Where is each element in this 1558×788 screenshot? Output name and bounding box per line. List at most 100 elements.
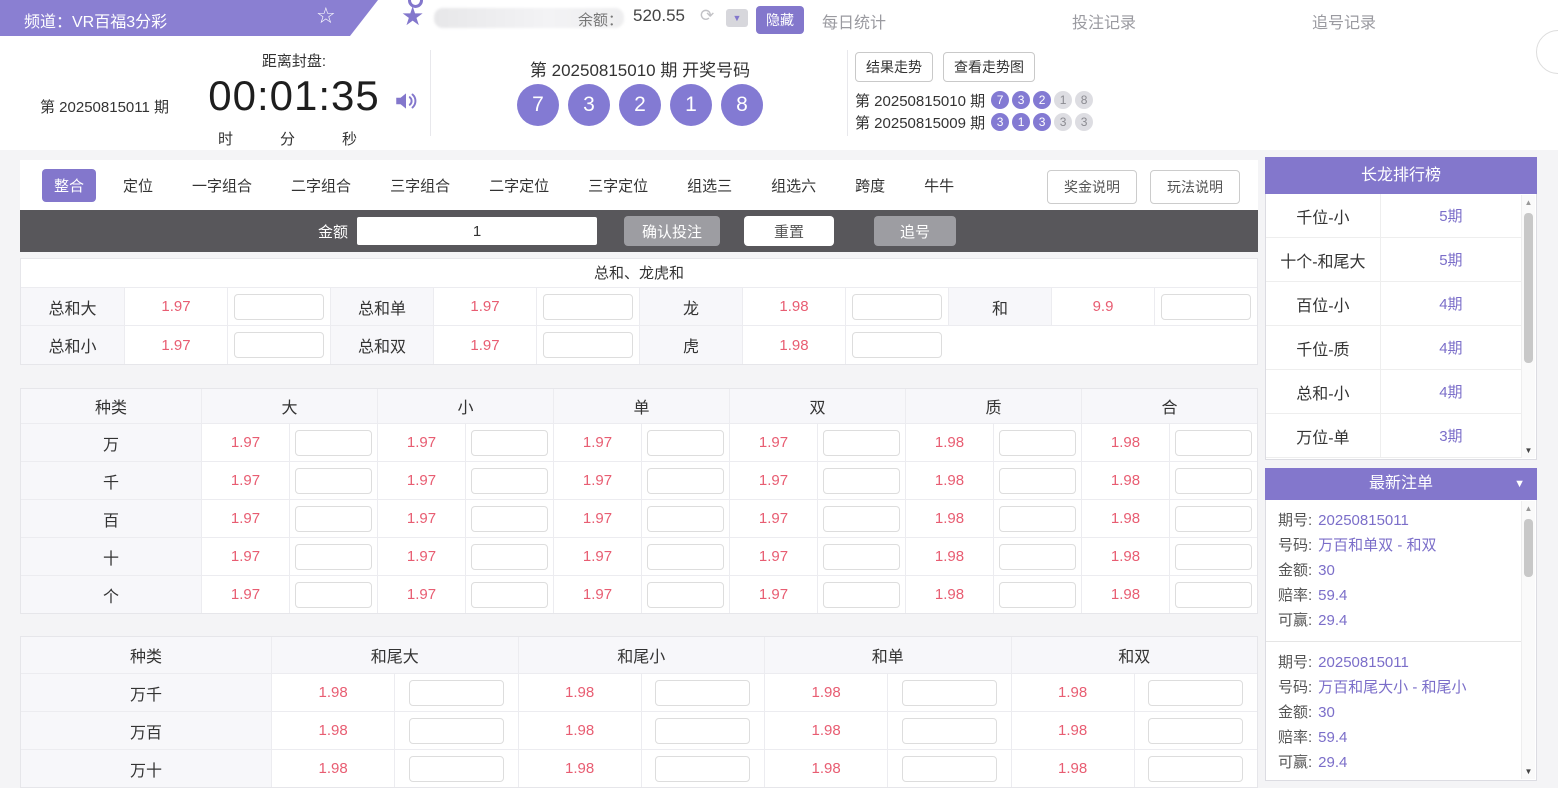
bet-input[interactable] — [647, 468, 724, 494]
speaker-icon[interactable] — [392, 88, 420, 119]
bet-input[interactable] — [1175, 506, 1252, 532]
bet-input[interactable] — [295, 506, 372, 532]
nav-chase-records[interactable]: 追号记录 — [1312, 9, 1376, 33]
tab-4[interactable]: 三字组合 — [378, 169, 462, 202]
amount-input[interactable] — [357, 217, 597, 245]
bet-input[interactable] — [409, 718, 504, 744]
column-header: 双 — [729, 389, 905, 423]
hide-balance-button[interactable]: 隐藏 — [756, 6, 804, 34]
favorite-star-icon[interactable]: ☆ — [316, 3, 336, 29]
bet-input[interactable] — [471, 582, 548, 608]
scrollbar-thumb[interactable] — [1524, 519, 1533, 577]
tab-0[interactable]: 整合 — [42, 169, 96, 202]
tab-10[interactable]: 牛牛 — [912, 169, 966, 202]
bet-input[interactable] — [1148, 756, 1243, 782]
odds-value: 1.97 — [201, 538, 289, 575]
draw-ball: 8 — [721, 84, 763, 126]
bet-input[interactable] — [902, 680, 997, 706]
bet-input[interactable] — [852, 332, 942, 358]
scroll-up-icon[interactable]: ▲ — [1522, 504, 1535, 513]
field-value: 59.4 — [1318, 583, 1347, 608]
bet-input[interactable] — [655, 718, 750, 744]
bet-input[interactable] — [999, 506, 1076, 532]
scroll-up-icon[interactable]: ▲ — [1522, 198, 1535, 207]
bet-input-cell — [641, 674, 764, 711]
bet-option-label: 总和小 — [21, 326, 124, 364]
scrollbar[interactable]: ▲ ▼ — [1521, 195, 1535, 458]
bet-input[interactable] — [823, 430, 900, 456]
table-row: 个1.971.971.971.971.981.98 — [21, 575, 1257, 613]
scroll-down-icon[interactable]: ▼ — [1522, 446, 1535, 455]
bet-input[interactable] — [823, 506, 900, 532]
bet-input[interactable] — [295, 468, 372, 494]
tab-2[interactable]: 一字组合 — [180, 169, 264, 202]
view-trend-chart-button[interactable]: 查看走势图 — [943, 52, 1035, 82]
bet-input[interactable] — [1175, 544, 1252, 570]
bet-input[interactable] — [852, 294, 942, 320]
tab-5[interactable]: 二字定位 — [477, 169, 561, 202]
scrollbar-thumb[interactable] — [1524, 213, 1533, 363]
tab-9[interactable]: 跨度 — [843, 169, 897, 202]
bet-input[interactable] — [409, 756, 504, 782]
field-label: 赔率: — [1278, 725, 1312, 750]
bet-input[interactable] — [1161, 294, 1251, 320]
tab-7[interactable]: 组选三 — [675, 169, 744, 202]
bet-input[interactable] — [647, 430, 724, 456]
field-label: 金额: — [1278, 700, 1312, 725]
bet-input[interactable] — [295, 430, 372, 456]
nav-daily-stats[interactable]: 每日统计 — [822, 9, 886, 33]
bet-input[interactable] — [655, 680, 750, 706]
dragon-rank-value: 5期 — [1381, 238, 1521, 281]
field-value: 30 — [1318, 558, 1335, 583]
bet-input[interactable] — [823, 582, 900, 608]
bet-input[interactable] — [999, 468, 1076, 494]
bet-input[interactable] — [543, 294, 633, 320]
bet-input[interactable] — [1148, 680, 1243, 706]
bet-input[interactable] — [823, 468, 900, 494]
bet-input[interactable] — [471, 430, 548, 456]
bet-input[interactable] — [471, 506, 548, 532]
bet-input[interactable] — [1175, 468, 1252, 494]
bet-input[interactable] — [1175, 430, 1252, 456]
bet-input[interactable] — [823, 544, 900, 570]
prize-info-button[interactable]: 奖金说明 — [1047, 170, 1137, 204]
bet-input[interactable] — [999, 544, 1076, 570]
bet-input[interactable] — [999, 430, 1076, 456]
refresh-icon[interactable]: ⟳ — [700, 6, 714, 26]
topbar: 频道：VR百福3分彩 ☆ ★ 余额： 520.55 ⟳ ▼ 隐藏 每日统计 投注… — [0, 0, 1558, 36]
bet-input[interactable] — [647, 544, 724, 570]
bet-input[interactable] — [295, 544, 372, 570]
bet-input[interactable] — [295, 582, 372, 608]
bet-input[interactable] — [647, 582, 724, 608]
nav-bet-records[interactable]: 投注记录 — [1072, 9, 1136, 33]
bet-input[interactable] — [1175, 582, 1252, 608]
rules-info-button[interactable]: 玩法说明 — [1150, 170, 1240, 204]
balance-dropdown-icon[interactable]: ▼ — [726, 9, 748, 27]
reset-button[interactable]: 重置 — [744, 216, 834, 246]
draw-ball: 2 — [619, 84, 661, 126]
tab-1[interactable]: 定位 — [111, 169, 165, 202]
divider — [847, 50, 848, 136]
scroll-down-icon[interactable]: ▼ — [1522, 767, 1535, 776]
tab-8[interactable]: 组选六 — [759, 169, 828, 202]
confirm-bet-button[interactable]: 确认投注 — [624, 216, 720, 246]
tab-3[interactable]: 二字组合 — [279, 169, 363, 202]
bet-input[interactable] — [409, 680, 504, 706]
tab-6[interactable]: 三字定位 — [576, 169, 660, 202]
result-trend-button[interactable]: 结果走势 — [855, 52, 933, 82]
bet-input[interactable] — [471, 544, 548, 570]
bet-input[interactable] — [647, 506, 724, 532]
bet-input[interactable] — [234, 332, 324, 358]
bet-input[interactable] — [902, 718, 997, 744]
scrollbar[interactable]: ▲ ▼ — [1521, 501, 1535, 779]
bet-input[interactable] — [655, 756, 750, 782]
collapse-arrow-icon[interactable]: ▼ — [1514, 468, 1525, 500]
odds-value: 1.98 — [518, 750, 641, 787]
bet-input[interactable] — [471, 468, 548, 494]
bet-input[interactable] — [543, 332, 633, 358]
bet-input[interactable] — [1148, 718, 1243, 744]
bet-input[interactable] — [999, 582, 1076, 608]
chase-number-button[interactable]: 追号 — [874, 216, 956, 246]
bet-input[interactable] — [902, 756, 997, 782]
bet-input[interactable] — [234, 294, 324, 320]
